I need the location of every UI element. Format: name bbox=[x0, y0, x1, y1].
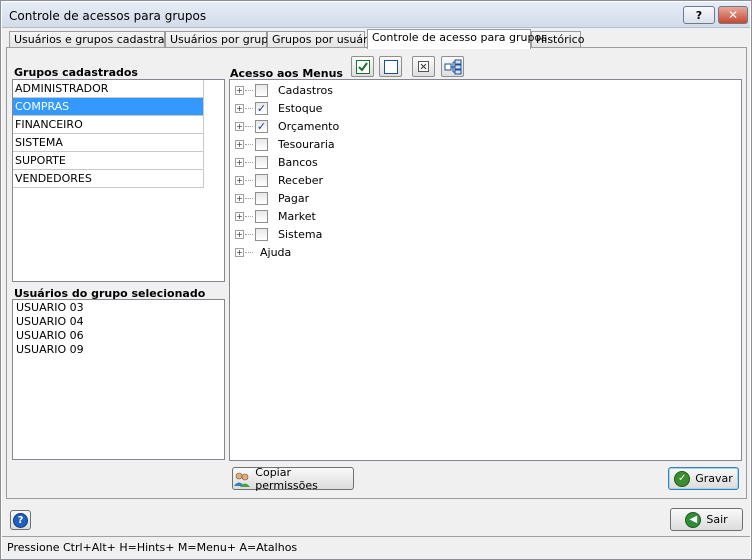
checkbox-tesouraria[interactable] bbox=[255, 138, 268, 151]
user-item[interactable]: USUARIO 03 bbox=[13, 301, 224, 315]
group-item[interactable]: ADMINISTRADOR bbox=[13, 80, 204, 98]
checkbox-bancos[interactable] bbox=[255, 156, 268, 169]
checkbox-pagar[interactable] bbox=[255, 192, 268, 205]
tree-node-label: Pagar bbox=[278, 192, 310, 205]
copy-permissions-label: Copiar permissões bbox=[255, 465, 318, 492]
menu-tree[interactable]: + Cadastros + ✓ Estoque + ✓ Orçamento + … bbox=[229, 79, 742, 461]
user-item[interactable]: USUARIO 09 bbox=[13, 343, 224, 357]
save-label: Gravar bbox=[695, 472, 733, 485]
tree-node-label: Ajuda bbox=[260, 246, 292, 259]
title-bar: Controle de acessos para grupos ? ✕ bbox=[2, 2, 750, 28]
plus-icon[interactable]: + bbox=[235, 194, 244, 203]
plus-icon[interactable]: + bbox=[235, 158, 244, 167]
tree-node-label: Orçamento bbox=[278, 120, 340, 133]
close-button[interactable]: ✕ bbox=[718, 6, 748, 24]
plus-icon[interactable]: + bbox=[235, 122, 244, 131]
tree-node-tesouraria[interactable]: + Tesouraria bbox=[230, 136, 741, 154]
tab-usuarios-por-grupo[interactable]: Usuários por grupo bbox=[165, 31, 275, 48]
expand-all-button[interactable] bbox=[441, 56, 464, 77]
user-item[interactable]: USUARIO 04 bbox=[13, 315, 224, 329]
plus-icon[interactable]: + bbox=[235, 140, 244, 149]
users-copy-icon bbox=[234, 472, 250, 487]
groups-label: Grupos cadastrados bbox=[14, 66, 138, 79]
checkbox-receber[interactable] bbox=[255, 174, 268, 187]
tree-node-label: Cadastros bbox=[278, 84, 333, 97]
group-item[interactable]: VENDEDORES bbox=[13, 170, 204, 188]
checkbox-sistema[interactable] bbox=[255, 228, 268, 241]
plus-icon[interactable]: + bbox=[235, 176, 244, 185]
tree-node-label: Market bbox=[278, 210, 316, 223]
tree-node-label: Estoque bbox=[278, 102, 323, 115]
check-all-icon bbox=[355, 59, 370, 74]
expand-all-icon bbox=[444, 59, 461, 74]
group-item[interactable]: SUPORTE bbox=[13, 152, 204, 170]
tree-node-label: Bancos bbox=[278, 156, 318, 169]
tree-node-label: Sistema bbox=[278, 228, 323, 241]
checkbox-estoque[interactable]: ✓ bbox=[255, 102, 268, 115]
checkbox-cadastros[interactable] bbox=[255, 84, 268, 97]
back-arrow-icon: ◀ bbox=[685, 511, 702, 528]
uncheck-all-icon bbox=[383, 59, 398, 74]
user-item[interactable]: USUARIO 06 bbox=[13, 329, 224, 343]
tree-node-label: Receber bbox=[278, 174, 324, 187]
tree-node-market[interactable]: + Market bbox=[230, 208, 741, 226]
exit-label: Sair bbox=[706, 513, 728, 526]
tree-node-label: Tesouraria bbox=[278, 138, 335, 151]
tree-node-cadastros[interactable]: + Cadastros bbox=[230, 82, 741, 100]
main-window: Controle de acessos para grupos ? ✕ Usuá… bbox=[0, 0, 752, 560]
uncheck-all-button[interactable] bbox=[379, 56, 402, 77]
groups-list[interactable]: ADMINISTRADOR COMPRAS FINANCEIRO SISTEMA… bbox=[12, 79, 225, 282]
exit-button[interactable]: ◀ Sair bbox=[670, 508, 743, 531]
collapse-all-icon bbox=[417, 60, 429, 72]
tree-node-orcamento[interactable]: + ✓ Orçamento bbox=[230, 118, 741, 136]
tab-grupos-por-usuario[interactable]: Grupos por usuário bbox=[267, 31, 377, 48]
group-item-selected[interactable]: COMPRAS bbox=[13, 98, 204, 116]
check-all-button[interactable] bbox=[351, 56, 374, 77]
group-item[interactable]: SISTEMA bbox=[13, 134, 204, 152]
plus-icon[interactable]: + bbox=[235, 86, 244, 95]
plus-icon[interactable]: + bbox=[235, 212, 244, 221]
tree-node-pagar[interactable]: + Pagar bbox=[230, 190, 741, 208]
plus-icon[interactable]: + bbox=[235, 230, 244, 239]
tree-node-bancos[interactable]: + Bancos bbox=[230, 154, 741, 172]
tab-controle-de-acesso[interactable]: Controle de acesso para grupos bbox=[367, 29, 547, 49]
help-button[interactable]: ? bbox=[10, 510, 31, 530]
group-item[interactable]: FINANCEIRO bbox=[13, 116, 204, 134]
tree-node-sistema[interactable]: + Sistema bbox=[230, 226, 741, 244]
plus-icon[interactable]: + bbox=[235, 104, 244, 113]
checkmark-icon: ✓ bbox=[674, 470, 691, 487]
collapse-all-button[interactable] bbox=[412, 56, 435, 77]
tree-node-ajuda[interactable]: + Ajuda bbox=[230, 244, 741, 262]
tree-node-receber[interactable]: + Receber bbox=[230, 172, 741, 190]
copy-permissions-button[interactable]: Copiar permissões bbox=[232, 465, 354, 492]
help-title-button[interactable]: ? bbox=[683, 6, 715, 24]
users-list[interactable]: USUARIO 03 USUARIO 04 USUARIO 06 USUARIO… bbox=[12, 299, 225, 460]
help-icon: ? bbox=[13, 512, 28, 528]
status-bar: Pressione Ctrl+Alt+ H=Hints+ M=Menu+ A=A… bbox=[2, 536, 750, 559]
window-title: Controle de acessos para grupos bbox=[9, 9, 207, 23]
save-button[interactable]: ✓ Gravar bbox=[668, 467, 739, 490]
tab-usuarios-e-grupos[interactable]: Usuários e grupos cadastrados bbox=[9, 31, 184, 48]
checkbox-orcamento[interactable]: ✓ bbox=[255, 120, 268, 133]
checkbox-market[interactable] bbox=[255, 210, 268, 223]
plus-icon[interactable]: + bbox=[235, 248, 244, 257]
tree-node-estoque[interactable]: + ✓ Estoque bbox=[230, 100, 741, 118]
